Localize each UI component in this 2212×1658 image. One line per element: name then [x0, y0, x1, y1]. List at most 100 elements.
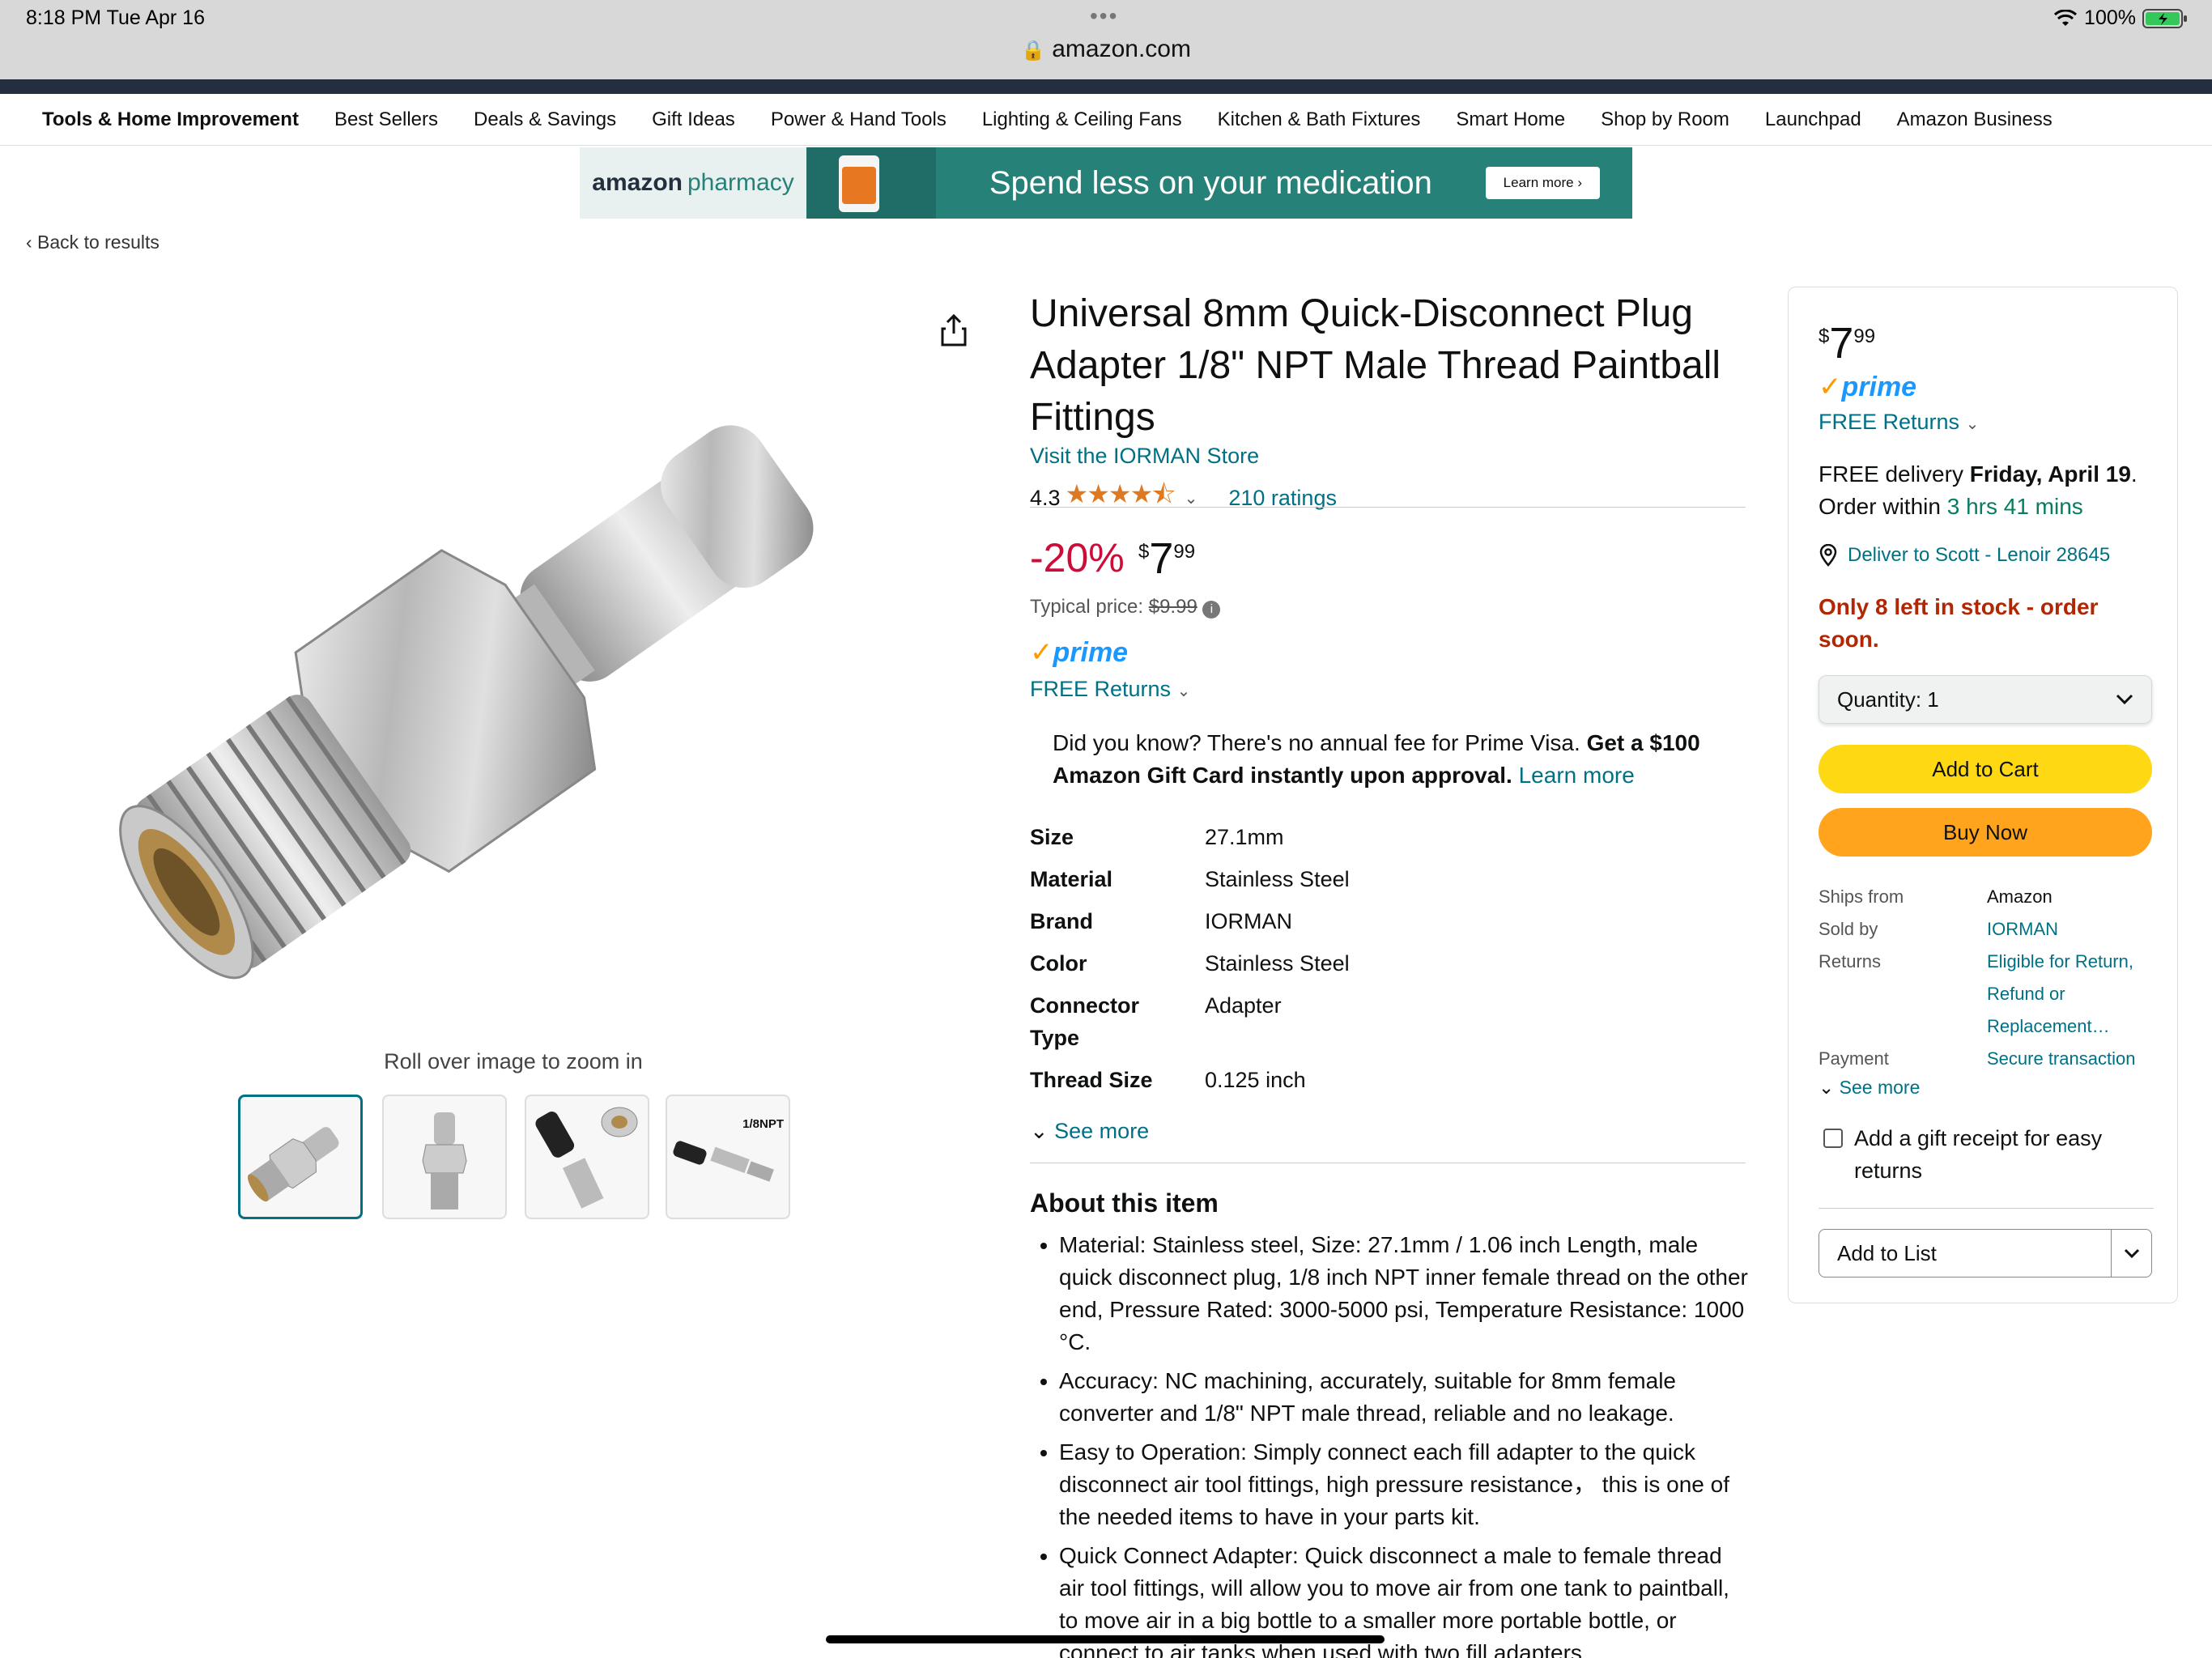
- header-strip: [0, 79, 2212, 94]
- nav-item-lighting[interactable]: Lighting & Ceiling Fans: [982, 108, 1182, 131]
- add-to-list-label: Add to List: [1837, 1240, 1937, 1265]
- info-row: Returns Eligible for Return, Refund or Re…: [1819, 946, 2159, 1043]
- medication-bottle-image: [806, 147, 936, 219]
- nav-item-best-sellers[interactable]: Best Sellers: [334, 108, 438, 131]
- info-row: Sold by IORMAN: [1819, 913, 2159, 946]
- nav-item-gift-ideas[interactable]: Gift Ideas: [652, 108, 735, 131]
- specs-see-more-link[interactable]: ⌄ See more: [1030, 1119, 1149, 1144]
- banner-learn-more-button[interactable]: Learn more ›: [1485, 167, 1600, 199]
- typical-price-value: $9.99: [1148, 596, 1197, 618]
- back-to-results-link[interactable]: ‹ Back to results: [26, 232, 160, 253]
- add-to-cart-button[interactable]: Add to Cart: [1819, 745, 2152, 793]
- gift-receipt-checkbox[interactable]: [1823, 1129, 1843, 1148]
- prime-text: prime: [1841, 372, 1917, 402]
- product-main-image[interactable]: [97, 283, 939, 1036]
- chevron-down-icon[interactable]: [2111, 1230, 2151, 1277]
- nav-item-kitchen-bath[interactable]: Kitchen & Bath Fixtures: [1218, 108, 1421, 131]
- chevron-down-icon: ⌄: [1965, 415, 1980, 433]
- divider: [1819, 1208, 2154, 1209]
- url-text: amazon.com: [1052, 36, 1191, 62]
- product-title: Universal 8mm Quick-Disconnect Plug Adap…: [1030, 292, 1721, 439]
- typical-price: Typical price: $9.99 i: [1030, 596, 1221, 619]
- thumbnail-4[interactable]: 1/8NPT: [666, 1095, 790, 1219]
- seller-info: Ships from Amazon Sold by IORMAN Returns El…: [1819, 881, 2159, 1075]
- spec-value: 27.1mm: [1205, 825, 1284, 849]
- thumbnail-2[interactable]: [382, 1095, 507, 1219]
- specs-table: Size 27.1mm Material Stainless Steel Brand…: [1030, 821, 1742, 1106]
- see-more-text: See more: [1054, 1119, 1150, 1143]
- deliver-to-link[interactable]: Deliver to Scott - Lenoir 28645: [1819, 544, 2110, 567]
- nav-item-power-tools[interactable]: Power & Hand Tools: [771, 108, 946, 131]
- gift-receipt-option[interactable]: Add a gift receipt for easy returns: [1823, 1122, 2163, 1187]
- nav-item-launchpad[interactable]: Launchpad: [1765, 108, 1861, 131]
- status-time: 8:18 PM Tue Apr 16: [26, 6, 205, 29]
- info-value: Amazon: [1987, 886, 2052, 907]
- spec-row: Size 27.1mm: [1030, 821, 1742, 853]
- spec-value: IORMAN: [1205, 909, 1292, 933]
- price-fraction: 99: [1853, 325, 1876, 347]
- see-more-text: See more: [1839, 1077, 1921, 1098]
- spec-row: Material Stainless Steel: [1030, 863, 1742, 895]
- pharmacy-banner[interactable]: amazon pharmacy Spend less on your medica…: [580, 147, 1632, 219]
- buybox-price: $ 7 99: [1819, 321, 1875, 366]
- price: $ 7 99: [1138, 536, 1195, 581]
- thumbnail-3[interactable]: [525, 1095, 649, 1219]
- free-returns-text: FREE Returns: [1819, 410, 1960, 434]
- share-icon[interactable]: [939, 312, 968, 348]
- store-link[interactable]: Visit the IORMAN Store: [1030, 444, 1259, 469]
- nav-item-shop-by-room[interactable]: Shop by Room: [1601, 108, 1729, 131]
- stock-status: Only 8 left in stock - order soon.: [1819, 594, 2099, 652]
- info-key: Ships from: [1819, 886, 1904, 907]
- price-whole: 7: [1149, 534, 1174, 583]
- prime-text: prime: [1053, 637, 1129, 668]
- chevron-down-icon[interactable]: ⌄: [1185, 488, 1198, 508]
- lock-icon: 🔒: [1021, 40, 1045, 62]
- buybox-see-more-link[interactable]: ⌄ See more: [1819, 1077, 1920, 1099]
- nav-item-deals[interactable]: Deals & Savings: [474, 108, 616, 131]
- chevron-down-icon: ⌄: [1819, 1077, 1835, 1098]
- seller-link[interactable]: IORMAN: [1987, 913, 2159, 946]
- price-currency: $: [1138, 541, 1150, 563]
- price-fraction: 99: [1173, 541, 1196, 563]
- wifi-icon: [2054, 9, 2078, 26]
- about-heading: About this item: [1030, 1188, 1219, 1218]
- nav-item-tools[interactable]: Tools & Home Improvement: [42, 108, 299, 131]
- chevron-down-icon: ⌄: [1176, 682, 1191, 700]
- buy-now-button[interactable]: Buy Now: [1819, 808, 2152, 857]
- payment-link[interactable]: Secure transaction: [1987, 1043, 2159, 1075]
- list-item: Easy to Operation: Simply connect each f…: [1059, 1436, 1750, 1533]
- spec-key: Brand: [1030, 909, 1094, 933]
- pharmacy-logo: amazon pharmacy: [580, 147, 806, 219]
- info-icon[interactable]: i: [1202, 601, 1221, 619]
- nav-item-amazon-business[interactable]: Amazon Business: [1897, 108, 2052, 131]
- list-item: Material: Stainless steel, Size: 27.1mm …: [1059, 1229, 1750, 1358]
- quantity-select[interactable]: Quantity: 1: [1819, 675, 2152, 724]
- typical-price-label: Typical price:: [1030, 596, 1144, 618]
- visa-text: Did you know? There's no annual fee for …: [1053, 730, 1580, 755]
- free-returns-link[interactable]: FREE Returns ⌄: [1030, 677, 1190, 702]
- gift-receipt-label: Add a gift receipt for easy returns: [1854, 1126, 2103, 1183]
- url-bar[interactable]: 🔒 amazon.com: [0, 36, 2212, 63]
- zoom-hint: Roll over image to zoom in: [384, 1049, 643, 1073]
- spec-key: Color: [1030, 951, 1087, 976]
- buybox-free-returns-link[interactable]: FREE Returns ⌄: [1819, 410, 1979, 435]
- home-indicator[interactable]: [826, 1635, 1385, 1643]
- more-dots-icon[interactable]: •••: [1090, 3, 1118, 29]
- thumbnail-1[interactable]: [238, 1095, 363, 1219]
- category-nav: Tools & Home Improvement Best Sellers De…: [0, 94, 2212, 146]
- spec-row: Connector Type Adapter: [1030, 989, 1742, 1054]
- spec-key: Connector Type: [1030, 993, 1139, 1050]
- free-returns-text: FREE Returns: [1030, 677, 1172, 701]
- info-key: Payment: [1819, 1048, 1889, 1069]
- returns-policy-link[interactable]: Eligible for Return, Refund or Replaceme…: [1987, 946, 2159, 1043]
- visa-learn-more-link[interactable]: Learn more: [1519, 763, 1635, 788]
- price-whole: 7: [1829, 319, 1854, 368]
- chevron-down-icon: [2116, 694, 2133, 705]
- rating-row[interactable]: 4.3 ★★★★⯪ ⌄ 210 ratings: [1030, 476, 1337, 520]
- spec-key: Thread Size: [1030, 1068, 1153, 1092]
- order-countdown: 3 hrs 41 mins: [1946, 494, 2083, 519]
- nav-item-smart-home[interactable]: Smart Home: [1456, 108, 1565, 131]
- add-to-list-button[interactable]: Add to List: [1819, 1229, 2152, 1278]
- deliver-to-text: Deliver to Scott - Lenoir 28645: [1848, 544, 2111, 566]
- prime-logo: ✓prime: [1030, 637, 1129, 668]
